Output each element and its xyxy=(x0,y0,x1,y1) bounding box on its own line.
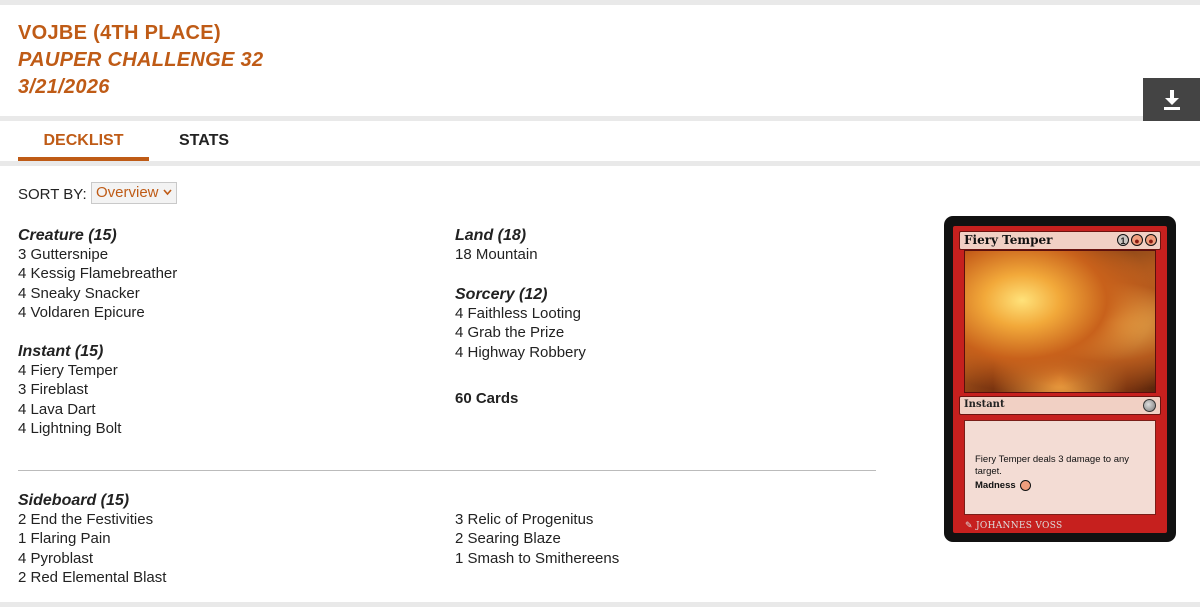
sort-label: SORT BY: xyxy=(18,186,87,203)
card-line[interactable]: 1 Flaring Pain xyxy=(18,529,166,548)
tab-bar: DECKLIST STATS xyxy=(0,121,1200,161)
group-title: Sideboard (15) xyxy=(18,492,130,509)
player-title: VOJBE (4TH PLACE) xyxy=(18,22,221,44)
card-line[interactable]: 4 Lightning Bolt xyxy=(18,419,121,438)
card-line[interactable]: 4 Sneaky Snacker xyxy=(18,284,177,303)
card-line[interactable]: 4 Pyroblast xyxy=(18,549,166,568)
land-group: Land (18) 18 Mountain xyxy=(455,226,538,264)
decklist-panel: SORT BY: Overview Creature (15) 3 Gutter… xyxy=(0,166,1200,602)
set-symbol-icon xyxy=(1143,399,1156,412)
download-button[interactable] xyxy=(1143,78,1200,121)
card-line[interactable]: 4 Voldaren Epicure xyxy=(18,303,177,322)
tab-decklist[interactable]: DECKLIST xyxy=(18,121,149,161)
madness-line: Madness xyxy=(975,480,1032,492)
card-type: Instant xyxy=(964,399,1005,410)
mana-cost: 1 ● ● xyxy=(1117,234,1157,246)
type-line: Instant xyxy=(959,396,1161,415)
sideboard-column-2: 3 Relic of Progenitus 2 Searing Blaze 1 … xyxy=(455,510,619,568)
card-line[interactable]: 4 Lava Dart xyxy=(18,400,121,419)
card-line[interactable]: 4 Highway Robbery xyxy=(455,343,586,362)
creature-group: Creature (15) 3 Guttersnipe 4 Kessig Fla… xyxy=(18,226,177,322)
event-date: 3/21/2026 xyxy=(18,76,110,98)
tab-stats[interactable]: STATS xyxy=(168,121,240,161)
sort-value: Overview xyxy=(96,184,159,201)
rules-text: Fiery Temper deals 3 damage to any targe… xyxy=(975,454,1130,477)
card-line[interactable]: 3 Relic of Progenitus xyxy=(455,510,619,529)
sort-select[interactable]: Overview xyxy=(91,182,177,204)
group-title: Creature (15) xyxy=(18,227,117,244)
card-line[interactable]: 4 Faithless Looting xyxy=(455,304,586,323)
card-line[interactable]: 3 Guttersnipe xyxy=(18,245,177,264)
paintbrush-icon: ✎ xyxy=(965,521,977,531)
sideboard-group: Sideboard (15) 2 End the Festivities 1 F… xyxy=(18,491,166,587)
rules-text-box: Fiery Temper deals 3 damage to any targe… xyxy=(964,420,1156,515)
madness-keyword: Madness xyxy=(975,480,1016,492)
divider xyxy=(18,470,876,471)
instant-group: Instant (15) 4 Fiery Temper 3 Fireblast … xyxy=(18,342,121,438)
artist-name: JOHANNES VOSS xyxy=(976,521,1063,531)
sorcery-group: Sorcery (12) 4 Faithless Looting 4 Grab … xyxy=(455,285,586,362)
card-total: 60 Cards xyxy=(455,390,519,407)
red-mana-icon: ● xyxy=(1145,234,1157,246)
card-line[interactable]: 3 Fireblast xyxy=(18,380,121,399)
card-name: Fiery Temper xyxy=(964,233,1053,247)
card-line[interactable]: 4 Grab the Prize xyxy=(455,323,586,342)
card-line[interactable]: 4 Kessig Flamebreather xyxy=(18,264,177,283)
card-name-bar: Fiery Temper 1 ● ● xyxy=(959,231,1161,250)
artist-credit: ✎ JOHANNES VOSS xyxy=(965,521,1063,531)
chevron-down-icon xyxy=(163,189,172,196)
group-title: Land (18) xyxy=(455,227,527,244)
card-line[interactable]: 2 Searing Blaze xyxy=(455,529,619,548)
event-name: PAUPER CHALLENGE 32 xyxy=(18,49,264,71)
card-line[interactable]: 1 Smash to Smithereens xyxy=(455,549,619,568)
red-mana-icon: ● xyxy=(1131,234,1143,246)
generic-mana-icon: 1 xyxy=(1117,234,1129,246)
download-icon xyxy=(1163,89,1180,110)
card-line[interactable]: 2 End the Festivities xyxy=(18,510,166,529)
card-line[interactable]: 18 Mountain xyxy=(455,245,538,264)
deck-header: VOJBE (4TH PLACE) PAUPER CHALLENGE 32 3/… xyxy=(0,5,1200,121)
red-mana-icon xyxy=(1020,480,1032,491)
group-title: Instant (15) xyxy=(18,343,104,360)
group-title: Sorcery (12) xyxy=(455,286,548,303)
card-preview: Fiery Temper 1 ● ● Instant Fiery Temper … xyxy=(944,216,1176,542)
card-frame: Fiery Temper 1 ● ● Instant Fiery Temper … xyxy=(953,226,1167,533)
card-art xyxy=(964,250,1156,393)
card-line[interactable]: 4 Fiery Temper xyxy=(18,361,121,380)
card-line[interactable]: 2 Red Elemental Blast xyxy=(18,568,166,587)
